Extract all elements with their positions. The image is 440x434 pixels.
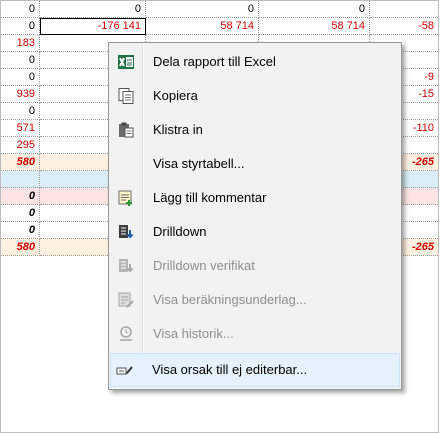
drilldown-icon [117,223,135,241]
menu-item-show-not-editable-reason[interactable]: Visa orsak till ej editerbar... [110,353,400,387]
menu-item-paste[interactable]: Klistra in [111,113,399,147]
grid-cell[interactable]: 183 [1,35,40,52]
menu-item-label: Drilldown verifikat [153,258,255,273]
menu-item-show-control-table[interactable]: Visa styrtabell... [111,147,399,181]
not-editable-reason-icon [116,361,134,379]
drilldown-voucher-icon [117,257,135,275]
menu-item-show-history[interactable]: Visa historik... [111,317,399,351]
menu-item-add-comment[interactable]: Lägg till kommentar [111,181,399,215]
menu-item-label: Visa styrtabell... [153,156,245,171]
grid-cell[interactable]: 0 [1,52,40,69]
grid-cell[interactable]: 0 [1,69,40,86]
grid-cell[interactable]: 939 [1,86,40,103]
grid-cell[interactable]: 58 714 [146,18,259,35]
grid-cell[interactable]: 0 [259,1,370,18]
grid-cell[interactable]: 0 [146,1,259,18]
copy-icon [117,87,135,105]
menu-item-label: Drilldown [153,224,207,239]
selected-grid-cell[interactable]: -176 141 [40,18,146,35]
grid-cell[interactable] [1,171,40,188]
table-row: 0 -176 141 58 714 58 714 -58 [1,18,438,35]
grid-cell[interactable]: 0 [40,1,146,18]
grid-cell[interactable]: 0 [1,188,40,205]
menu-item-label: Kopiera [153,88,198,103]
menu-item-drilldown-voucher[interactable]: Drilldown verifikat [111,249,399,283]
grid-cell[interactable]: 0 [1,18,40,35]
table-row: 0 0 0 0 [1,1,438,18]
grid-cell[interactable]: -58 [370,18,438,35]
grid-cell[interactable]: 0 [1,222,40,239]
grid-cell[interactable]: 0 [1,103,40,120]
paste-icon [117,121,135,139]
menu-item-show-calculation-basis[interactable]: Visa beräkningsunderlag... [111,283,399,317]
grid-cell[interactable]: 295 [1,137,40,154]
grid-cell[interactable]: 580 [1,239,40,256]
menu-item-label: Visa beräkningsunderlag... [153,292,307,307]
grid-cell[interactable]: 0 [1,205,40,222]
menu-item-drilldown[interactable]: Drilldown [111,215,399,249]
grid-cell[interactable]: 571 [1,120,40,137]
grid-cell[interactable]: 580 [1,154,40,171]
add-comment-icon [117,189,135,207]
menu-item-share-to-excel[interactable]: Dela rapport till Excel [111,45,399,79]
grid-cell[interactable] [370,1,438,18]
history-icon [117,325,135,343]
menu-item-label: Dela rapport till Excel [153,54,276,69]
menu-item-copy[interactable]: Kopiera [111,79,399,113]
menu-item-label: Visa historik... [153,326,234,341]
calculation-basis-icon [117,291,135,309]
context-menu: Dela rapport till Excel Kopiera Klistra … [108,42,402,390]
menu-item-label: Klistra in [153,122,203,137]
grid-cell[interactable]: 58 714 [259,18,370,35]
menu-item-label: Visa orsak till ej editerbar... [152,362,308,377]
menu-item-label: Lägg till kommentar [153,190,267,205]
excel-icon [117,53,135,71]
grid-cell[interactable]: 0 [1,1,40,18]
